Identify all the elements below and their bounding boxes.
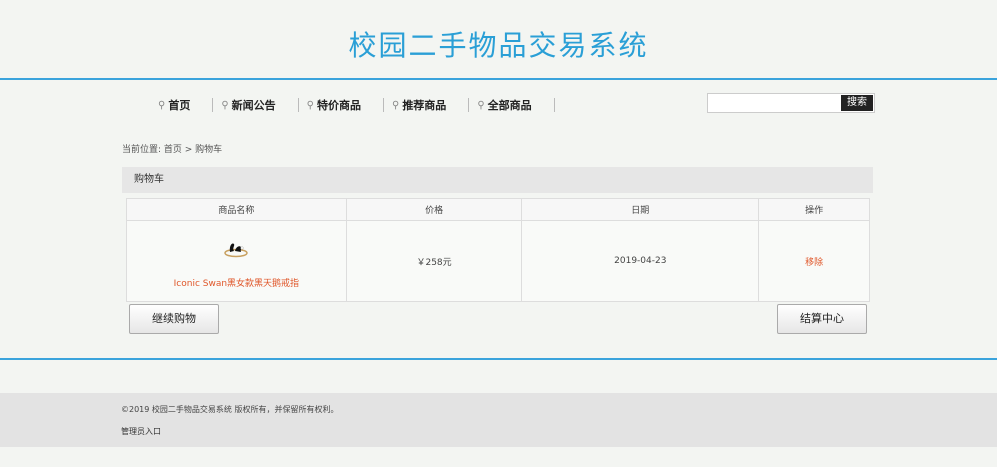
continue-shopping-button[interactable]: 继续购物 <box>129 304 219 334</box>
table-header-row: 商品名称 价格 日期 操作 <box>126 198 870 221</box>
product-cell: Iconic Swan黑女款黑天鹅戒指 <box>126 220 347 302</box>
nav-item-label: 全部商品 <box>487 99 532 112</box>
nav-item-news[interactable]: ⚲ 新闻公告 <box>213 97 297 113</box>
pin-icon: ⚲ <box>306 99 314 111</box>
breadcrumb: 当前位置: 首页 > 购物车 <box>122 145 223 155</box>
nav-separator <box>553 98 555 112</box>
pin-icon: ⚲ <box>391 99 400 111</box>
copyright-text: ©2019 校园二手物品交易系统 版权所有，并保留所有权利。 <box>121 405 339 414</box>
cart-table: 商品名称 价格 日期 操作 Iconic Swan黑女款黑天鹅戒指 ￥258元 <box>126 198 870 302</box>
nav-item-all-products[interactable]: ⚲ 全部商品 <box>469 97 553 113</box>
search-input[interactable] <box>708 97 840 116</box>
search-button[interactable]: 搜索 <box>841 95 873 111</box>
price-cell: ￥258元 <box>345 220 523 302</box>
search-box: 搜索 <box>707 93 875 116</box>
remove-link[interactable]: 移除 <box>805 258 823 268</box>
swan-ring-image[interactable] <box>222 236 250 258</box>
nav-item-label: 首页 <box>168 99 191 112</box>
table-row: Iconic Swan黑女款黑天鹅戒指 ￥258元 2019-04-23 移除 <box>126 220 870 302</box>
nav-item-specials[interactable]: ⚲ 特价商品 <box>299 97 383 113</box>
nav-item-recommended[interactable]: ⚲ 推荐商品 <box>384 97 468 113</box>
checkout-button[interactable]: 结算中心 <box>777 304 867 334</box>
column-header-date: 日期 <box>521 198 760 221</box>
date-cell: 2019-04-23 <box>521 220 760 302</box>
nav-item-home[interactable]: ⚲ 首页 <box>150 97 212 113</box>
product-name-link[interactable]: Iconic Swan黑女款黑天鹅戒指 <box>174 276 299 289</box>
column-header-action: 操作 <box>758 198 870 221</box>
header-divider <box>0 78 997 80</box>
nav-item-label: 推荐商品 <box>402 99 447 112</box>
nav-item-label: 新闻公告 <box>231 99 276 112</box>
pin-icon: ⚲ <box>477 99 485 111</box>
admin-login-link[interactable]: 管理员入口 <box>121 426 161 437</box>
column-header-name: 商品名称 <box>126 198 347 221</box>
site-title: 校园二手物品交易系统 <box>348 29 649 62</box>
main-nav: ⚲ 首页 ⚲ 新闻公告 ⚲ 特价商品 ⚲ 推荐商品 ⚲ 全部商品 <box>150 96 555 114</box>
cart-heading: 购物车 <box>122 167 873 193</box>
column-header-price: 价格 <box>345 198 523 221</box>
action-cell: 移除 <box>758 220 870 302</box>
pin-icon: ⚲ <box>221 99 229 111</box>
content-divider <box>0 358 997 360</box>
pin-icon: ⚲ <box>158 99 166 111</box>
nav-item-label: 特价商品 <box>316 99 361 112</box>
footer: ©2019 校园二手物品交易系统 版权所有，并保留所有权利。 管理员入口 <box>0 393 997 447</box>
